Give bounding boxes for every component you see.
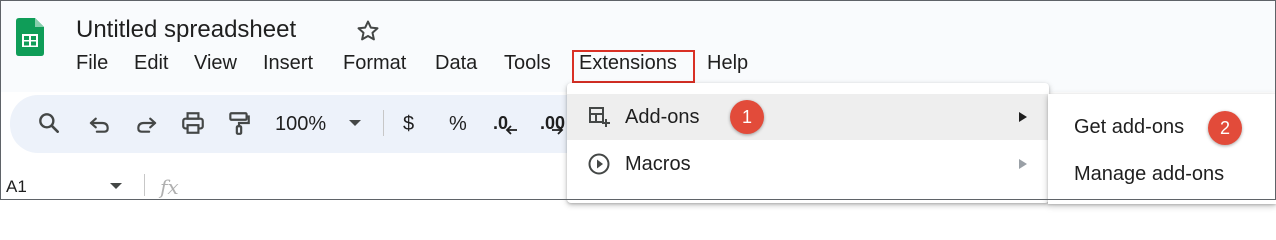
step-badge: 1 xyxy=(730,100,764,134)
currency-format-button[interactable]: $ xyxy=(403,113,414,136)
step-badge: 2 xyxy=(1208,111,1242,145)
chevron-down-icon[interactable] xyxy=(110,183,122,189)
menu-item-add-ons[interactable]: Add-ons xyxy=(567,94,1049,140)
toolbar-divider xyxy=(383,110,384,136)
arrow-right-icon xyxy=(552,125,564,135)
extensions-menu: Add-ons Macros xyxy=(567,83,1049,203)
menu-insert[interactable]: Insert xyxy=(263,52,313,75)
arrow-left-icon xyxy=(505,125,517,135)
add-ons-label: Add-ons xyxy=(625,106,700,128)
menu-item-macros[interactable]: Macros xyxy=(567,141,1049,187)
menu-tools[interactable]: Tools xyxy=(504,52,551,75)
submenu-arrow-icon xyxy=(1019,112,1027,122)
document-title[interactable]: Untitled spreadsheet xyxy=(76,16,296,44)
get-add-ons-item[interactable]: Get add-ons xyxy=(1074,116,1184,139)
extensions-highlight-box xyxy=(572,50,695,83)
menu-edit[interactable]: Edit xyxy=(134,52,168,75)
menu-file[interactable]: File xyxy=(76,52,108,75)
submenu-arrow-icon xyxy=(1019,159,1027,169)
menu-data[interactable]: Data xyxy=(435,52,477,75)
menu-help[interactable]: Help xyxy=(707,52,748,75)
star-outline-icon[interactable] xyxy=(356,19,380,43)
cell-reference[interactable]: A1 xyxy=(6,177,27,197)
menu-format[interactable]: Format xyxy=(343,52,406,75)
menu-view[interactable]: View xyxy=(194,52,237,75)
paint-format-icon[interactable] xyxy=(226,110,252,136)
zoom-dropdown-icon[interactable] xyxy=(346,114,364,132)
formula-divider xyxy=(144,174,145,196)
percent-format-button[interactable]: % xyxy=(449,113,467,136)
fx-icon: fx xyxy=(160,175,179,199)
redo-icon[interactable] xyxy=(134,110,160,136)
add-ons-submenu: Get add-ons Manage add-ons xyxy=(1048,94,1276,204)
undo-icon[interactable] xyxy=(86,110,112,136)
macros-play-icon xyxy=(588,153,610,175)
google-sheets-logo-icon[interactable] xyxy=(16,18,44,56)
search-icon[interactable] xyxy=(36,110,62,136)
manage-add-ons-item[interactable]: Manage add-ons xyxy=(1074,163,1224,186)
macros-label: Macros xyxy=(625,153,691,175)
add-ons-icon xyxy=(589,107,610,127)
print-icon[interactable] xyxy=(180,110,206,136)
zoom-value[interactable]: 100% xyxy=(275,113,326,136)
